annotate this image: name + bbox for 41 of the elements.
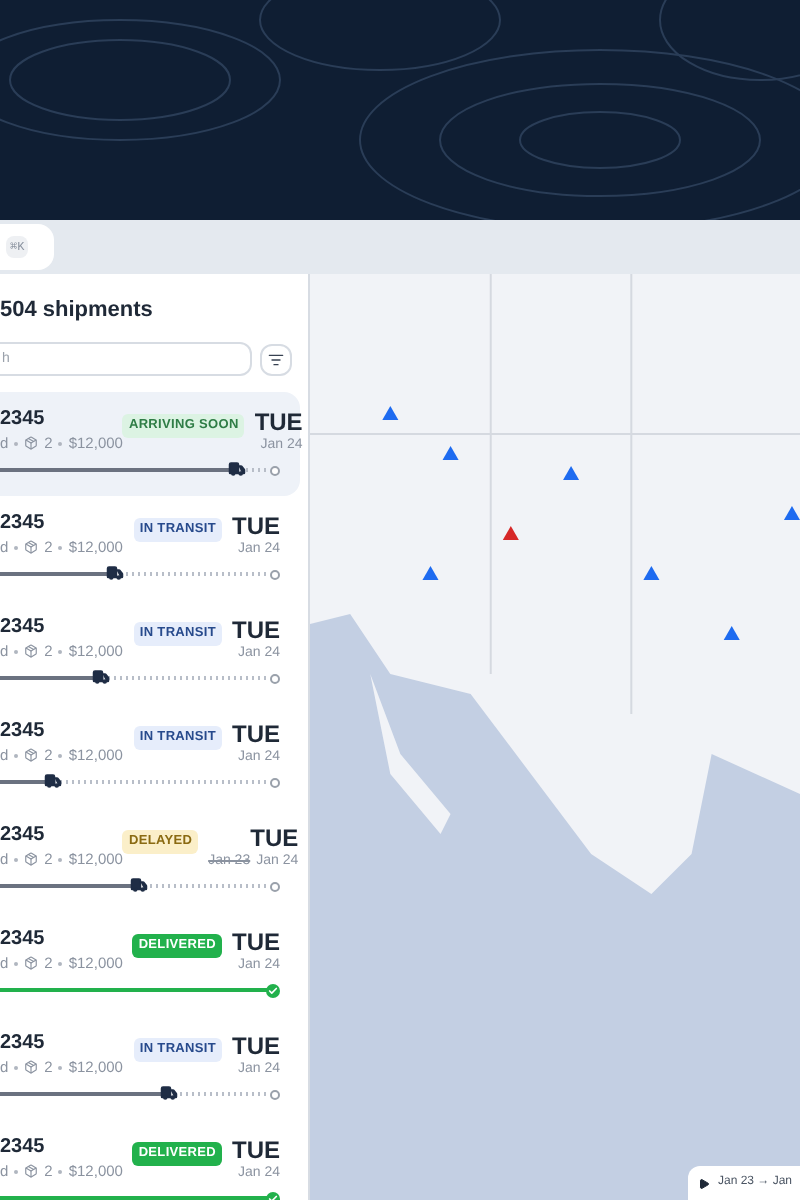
- truck-icon: [130, 876, 149, 894]
- package-icon: [24, 436, 39, 451]
- delivery-day: TUE: [232, 930, 280, 954]
- panel-title: 504 shipments: [0, 300, 155, 322]
- destination-icon: [270, 777, 280, 787]
- delivery-day: TUE: [232, 722, 280, 746]
- package-icon: [24, 852, 39, 867]
- package-icon: [24, 748, 39, 763]
- shipment-id: 2345: [0, 514, 47, 534]
- truck-icon: [227, 460, 246, 478]
- delivery-day: TUE: [232, 618, 280, 642]
- truck-icon: [92, 668, 111, 686]
- shipment-id: 2345: [0, 930, 47, 950]
- package-icon: [24, 644, 39, 659]
- shipment-id: 2345: [0, 410, 47, 430]
- package-icon: [24, 1164, 39, 1179]
- delivery-day: TUE: [250, 826, 299, 850]
- destination-icon: [270, 881, 280, 891]
- shipment-id: 2345: [0, 618, 47, 638]
- delivery-day: TUE: [232, 1034, 280, 1058]
- package-icon: [24, 956, 39, 971]
- filter-icon: [268, 351, 284, 367]
- shipment-id: 2345: [0, 1034, 47, 1054]
- shipment-id: 2345: [0, 1138, 47, 1158]
- delivery-day: TUE: [232, 514, 280, 538]
- destination-icon: [270, 1089, 280, 1099]
- delivery-day: TUE: [232, 1138, 280, 1162]
- shipment-id: 2345: [0, 722, 47, 742]
- destination-icon: [270, 569, 280, 579]
- truck-icon: [160, 1084, 179, 1102]
- destination-icon: [270, 465, 280, 475]
- package-icon: [24, 540, 39, 555]
- filter-button[interactable]: [260, 343, 292, 375]
- package-icon: [24, 1060, 39, 1075]
- delivery-day: TUE: [254, 410, 303, 434]
- truck-icon: [44, 772, 62, 790]
- check-icon: [266, 983, 280, 997]
- truck-icon: [106, 564, 125, 582]
- play-icon[interactable]: [698, 1177, 710, 1189]
- destination-icon: [270, 673, 280, 683]
- shipment-id: 2345: [0, 826, 47, 846]
